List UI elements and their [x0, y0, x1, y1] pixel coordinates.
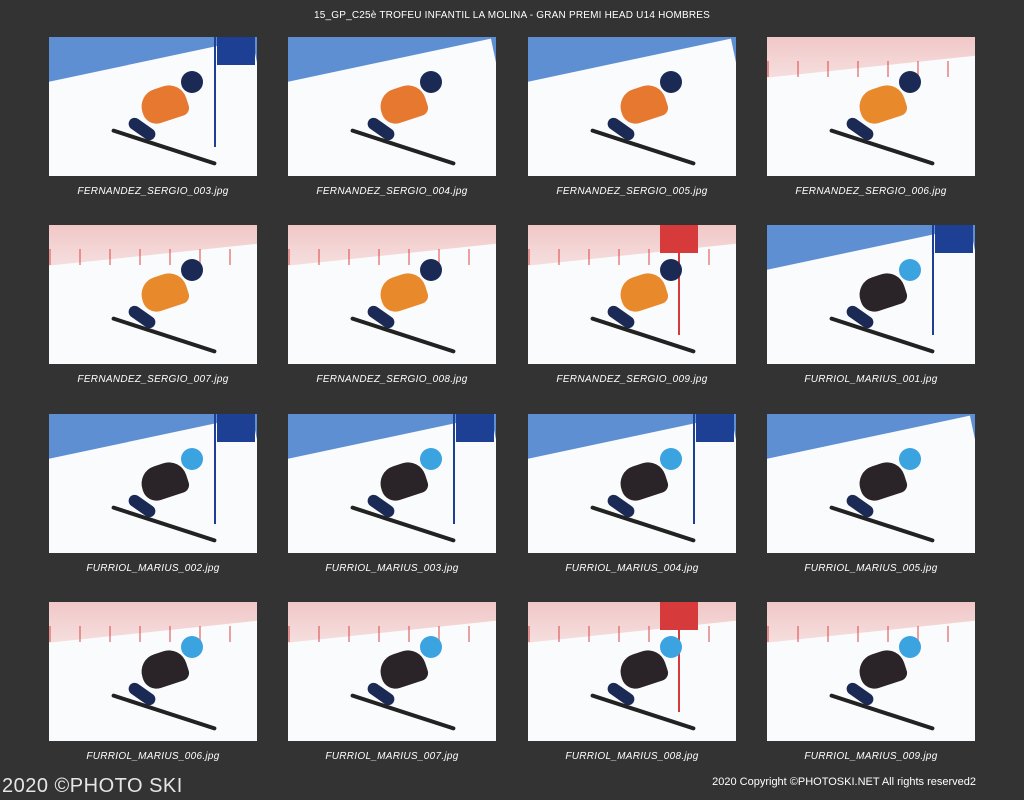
thumbnail-caption: FURRIOL_MARIUS_001.jpg [804, 374, 938, 385]
contact-sheet-page: 15_GP_C25è TROFEU INFANTIL LA MOLINA - G… [0, 0, 1024, 800]
ski-photo-thumbnail[interactable] [767, 225, 975, 364]
ski-photo-thumbnail[interactable] [49, 37, 257, 176]
skier-helmet [660, 636, 682, 658]
skier-helmet [899, 636, 921, 658]
ski-photo-thumbnail[interactable] [767, 602, 975, 741]
skier-helmet [660, 448, 682, 470]
safety-fence [49, 626, 257, 642]
thumbnail-caption: FURRIOL_MARIUS_009.jpg [804, 751, 938, 762]
safety-fence [288, 626, 496, 642]
gate-flag [660, 225, 698, 253]
ski-photo-thumbnail[interactable] [49, 414, 257, 553]
watermark-text: 2020 ©PHOTO SKI [2, 775, 183, 797]
gate-pole [932, 225, 934, 335]
ski-photo-thumbnail[interactable] [288, 37, 496, 176]
thumbnail-caption: FURRIOL_MARIUS_002.jpg [86, 563, 220, 574]
gate-flag [696, 414, 734, 442]
ski-photo-thumbnail[interactable] [288, 414, 496, 553]
thumbnail-cell[interactable]: FURRIOL_MARIUS_008.jpg [528, 602, 736, 762]
ski-photo-thumbnail[interactable] [528, 414, 736, 553]
thumbnail-cell[interactable]: FURRIOL_MARIUS_004.jpg [528, 414, 736, 574]
gate-pole [214, 414, 216, 524]
gate-pole [214, 37, 216, 147]
thumbnail-caption: FERNANDEZ_SERGIO_007.jpg [77, 374, 229, 385]
safety-fence [528, 249, 736, 265]
skier-helmet [181, 259, 203, 281]
skier-helmet [899, 448, 921, 470]
copyright-text: 2020 Copyright ©PHOTOSKI.NET All rights … [712, 776, 970, 788]
thumbnail-caption: FERNANDEZ_SERGIO_006.jpg [795, 186, 947, 197]
ski-photo-thumbnail[interactable] [288, 602, 496, 741]
thumbnail-caption: FERNANDEZ_SERGIO_005.jpg [556, 186, 708, 197]
thumbnail-cell[interactable]: FERNANDEZ_SERGIO_003.jpg [49, 37, 257, 197]
skier-helmet [420, 636, 442, 658]
thumbnail-caption: FERNANDEZ_SERGIO_003.jpg [77, 186, 229, 197]
gate-flag [217, 414, 255, 442]
thumbnail-caption: FURRIOL_MARIUS_003.jpg [325, 563, 459, 574]
thumbnail-cell[interactable]: FURRIOL_MARIUS_002.jpg [49, 414, 257, 574]
thumbnail-cell[interactable]: FERNANDEZ_SERGIO_005.jpg [528, 37, 736, 197]
ski-photo-thumbnail[interactable] [767, 414, 975, 553]
safety-fence [767, 61, 975, 77]
thumbnail-caption: FERNANDEZ_SERGIO_009.jpg [556, 374, 708, 385]
skier-helmet [660, 259, 682, 281]
thumbnail-cell[interactable]: FURRIOL_MARIUS_007.jpg [288, 602, 496, 762]
thumbnail-cell[interactable]: FERNANDEZ_SERGIO_007.jpg [49, 225, 257, 385]
thumbnail-cell[interactable]: FURRIOL_MARIUS_006.jpg [49, 602, 257, 762]
skier-helmet [181, 71, 203, 93]
ski-photo-thumbnail[interactable] [528, 37, 736, 176]
skier-helmet [420, 71, 442, 93]
thumbnail-cell[interactable]: FURRIOL_MARIUS_005.jpg [767, 414, 975, 574]
skier-helmet [420, 448, 442, 470]
skier-helmet [899, 71, 921, 93]
safety-fence [528, 626, 736, 642]
gate-flag [660, 602, 698, 630]
gate-flag [217, 37, 255, 65]
safety-fence [288, 249, 496, 265]
ski-photo-thumbnail[interactable] [528, 602, 736, 741]
thumbnail-caption: FURRIOL_MARIUS_006.jpg [86, 751, 220, 762]
thumbnail-cell[interactable]: FURRIOL_MARIUS_003.jpg [288, 414, 496, 574]
thumbnail-caption: FERNANDEZ_SERGIO_004.jpg [316, 186, 468, 197]
thumbnail-caption: FURRIOL_MARIUS_008.jpg [565, 751, 699, 762]
ski-photo-thumbnail[interactable] [767, 37, 975, 176]
skier-helmet [420, 259, 442, 281]
safety-fence [49, 249, 257, 265]
ski-photo-thumbnail[interactable] [528, 225, 736, 364]
gate-flag [456, 414, 494, 442]
ski-photo-thumbnail[interactable] [49, 225, 257, 364]
copyright-line: 2020 Copyright ©PHOTOSKI.NET All rights … [712, 776, 976, 788]
skier-helmet [660, 71, 682, 93]
gate-pole [453, 414, 455, 524]
safety-fence [767, 626, 975, 642]
page-number: 2 [969, 776, 976, 788]
thumbnail-caption: FERNANDEZ_SERGIO_008.jpg [316, 374, 468, 385]
ski-photo-thumbnail[interactable] [288, 225, 496, 364]
thumbnail-cell[interactable]: FERNANDEZ_SERGIO_008.jpg [288, 225, 496, 385]
thumbnail-caption: FURRIOL_MARIUS_004.jpg [565, 563, 699, 574]
thumbnail-caption: FURRIOL_MARIUS_007.jpg [325, 751, 459, 762]
skier-helmet [899, 259, 921, 281]
thumbnail-cell[interactable]: FURRIOL_MARIUS_009.jpg [767, 602, 975, 762]
thumbnail-cell[interactable]: FURRIOL_MARIUS_001.jpg [767, 225, 975, 385]
skier-helmet [181, 636, 203, 658]
thumbnail-caption: FURRIOL_MARIUS_005.jpg [804, 563, 938, 574]
thumbnail-cell[interactable]: FERNANDEZ_SERGIO_006.jpg [767, 37, 975, 197]
page-title: 15_GP_C25è TROFEU INFANTIL LA MOLINA - G… [313, 10, 711, 21]
thumbnail-cell[interactable]: FERNANDEZ_SERGIO_004.jpg [288, 37, 496, 197]
thumbnail-cell[interactable]: FERNANDEZ_SERGIO_009.jpg [528, 225, 736, 385]
ski-photo-thumbnail[interactable] [49, 602, 257, 741]
gate-flag [935, 225, 973, 253]
skier-helmet [181, 448, 203, 470]
gate-pole [693, 414, 695, 524]
